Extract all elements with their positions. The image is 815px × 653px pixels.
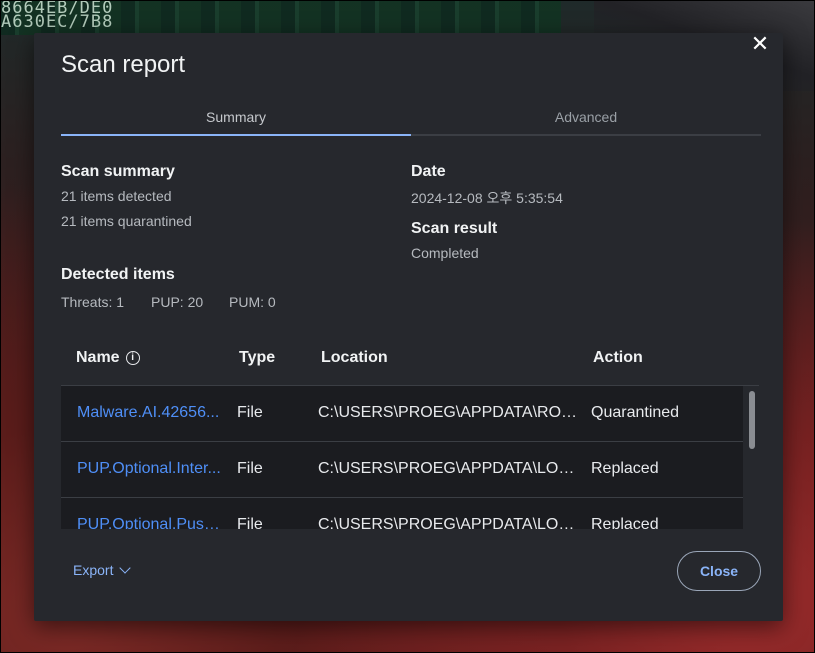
column-header-action[interactable]: Action — [593, 349, 643, 367]
item-action: Replaced — [591, 460, 659, 477]
dialog-title: Scan report — [61, 51, 186, 78]
scrollbar-thumb[interactable] — [749, 391, 755, 449]
export-label: Export — [73, 562, 114, 578]
table-row[interactable]: PUP.Optional.Push... File C:\USERS\PROEG… — [61, 498, 743, 529]
close-button-label: Close — [699, 563, 739, 579]
item-type: File — [237, 516, 263, 529]
tab-bar: Summary Advanced — [61, 100, 761, 136]
column-header-location-label: Location — [321, 349, 388, 366]
column-header-name-label: Name — [76, 349, 120, 366]
detected-items-table: Name i Type Location Action Malware.AI.4… — [61, 335, 759, 529]
column-header-name[interactable]: Name i — [76, 349, 140, 367]
item-location: C:\USERS\PROEG\APPDATA\LOCA... — [318, 516, 580, 529]
items-detected-text: 21 items detected — [61, 188, 172, 204]
background-code-line: A630EC/7B8 — [1, 12, 114, 32]
info-icon[interactable]: i — [125, 351, 140, 365]
item-action: Replaced — [591, 516, 659, 529]
item-type: File — [237, 460, 263, 477]
column-header-location[interactable]: Location — [321, 349, 388, 367]
date-value: 2024-12-08 오후 5:35:54 — [411, 190, 563, 206]
background-code-text: 8664EB/DE0 A630EC/7B8 — [1, 1, 114, 32]
chevron-down-icon — [119, 562, 132, 574]
close-button[interactable]: Close — [677, 551, 761, 591]
column-header-type-label: Type — [239, 349, 276, 366]
table-scrollbar[interactable] — [745, 386, 759, 529]
column-header-type[interactable]: Type — [239, 349, 275, 367]
items-quarantined-text: 21 items quarantined — [61, 213, 192, 229]
table-body: Malware.AI.42656... File C:\USERS\PROEG\… — [61, 386, 743, 529]
date-heading: Date — [411, 163, 446, 180]
table-row[interactable]: PUP.Optional.Inter... File C:\USERS\PROE… — [61, 442, 743, 498]
scan-summary-heading: Scan summary — [61, 163, 175, 180]
tab-summary-label: Summary — [206, 109, 266, 125]
pum-count: PUM: 0 — [229, 294, 276, 310]
export-button[interactable]: Export — [73, 562, 132, 578]
tab-summary[interactable]: Summary — [61, 100, 411, 136]
tab-advanced-label: Advanced — [554, 109, 618, 125]
tab-advanced[interactable]: Advanced — [411, 100, 761, 134]
scan-result-heading: Scan result — [411, 220, 498, 237]
scan-result-value: Completed — [411, 245, 479, 261]
item-name-link[interactable]: PUP.Optional.Inter... — [77, 460, 223, 478]
item-location: C:\USERS\PROEG\APPDATA\LOCA... — [318, 460, 580, 477]
close-icon[interactable]: ✕ — [745, 29, 775, 59]
scan-report-dialog: ✕ Scan report Summary Advanced Scan summ… — [34, 31, 783, 621]
column-header-action-label: Action — [593, 349, 643, 366]
item-type: File — [237, 404, 263, 421]
item-name-link[interactable]: Malware.AI.42656... — [77, 404, 223, 422]
table-row[interactable]: Malware.AI.42656... File C:\USERS\PROEG\… — [61, 386, 743, 442]
item-location: C:\USERS\PROEG\APPDATA\ROA... — [318, 404, 580, 421]
threats-count: Threats: 1 — [61, 294, 125, 310]
item-action: Quarantined — [591, 404, 680, 421]
pup-count: PUP: 20 — [151, 294, 204, 310]
table-header: Name i Type Location Action — [61, 335, 759, 383]
item-name-link[interactable]: PUP.Optional.Push... — [77, 516, 223, 529]
detected-items-heading: Detected items — [61, 266, 175, 283]
